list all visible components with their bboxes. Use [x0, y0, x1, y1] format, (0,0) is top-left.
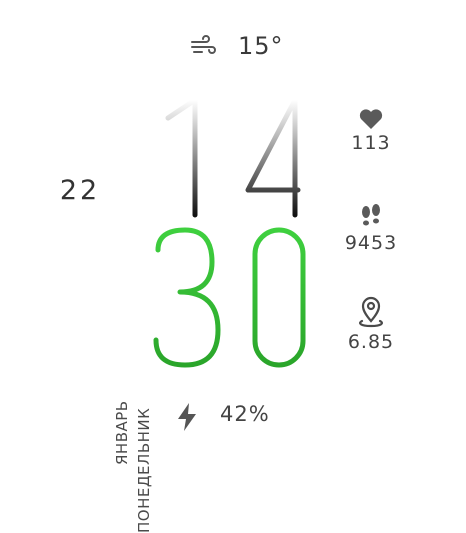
weekday-label: ПОНЕДЕЛЬНИК [135, 407, 153, 533]
heart-rate-value: 113 [351, 132, 391, 154]
lightning-icon [178, 403, 196, 431]
battery-value: 42% [220, 402, 270, 426]
steps-value: 9453 [344, 232, 398, 254]
month-label: ЯНВАРЬ [113, 400, 131, 465]
location-pin-icon [359, 296, 383, 328]
distance-widget[interactable]: 6.85 [336, 295, 406, 353]
temperature-value: 15° [238, 32, 284, 60]
battery-widget[interactable]: 42% [176, 400, 296, 434]
footsteps-icon [362, 204, 380, 226]
date-widget: 22 ЯНВАРЬ ПОНЕДЕЛЬНИК [55, 175, 153, 533]
heart-rate-widget[interactable]: 113 [336, 108, 406, 154]
day-number: 22 [59, 175, 101, 206]
watch-face: 15° 22 ЯНВАРЬ ПОНЕДЕЛЬНИК 113 9453 6.85 … [0, 0, 466, 533]
clock-hours [165, 97, 301, 218]
clock-minutes [153, 227, 306, 368]
steps-widget[interactable]: 9453 [336, 202, 406, 254]
weather-widget[interactable]: 15° [190, 30, 290, 64]
digital-clock [140, 90, 340, 380]
distance-value: 6.85 [347, 331, 395, 353]
heart-icon [359, 109, 383, 129]
wind-icon [191, 35, 216, 54]
